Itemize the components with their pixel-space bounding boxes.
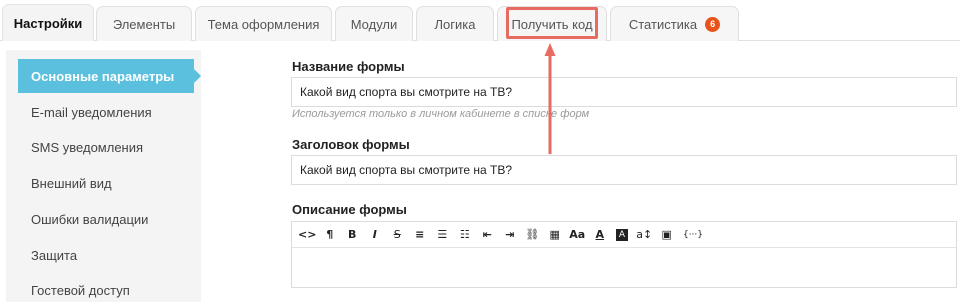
annotation-arrow [544, 43, 556, 154]
